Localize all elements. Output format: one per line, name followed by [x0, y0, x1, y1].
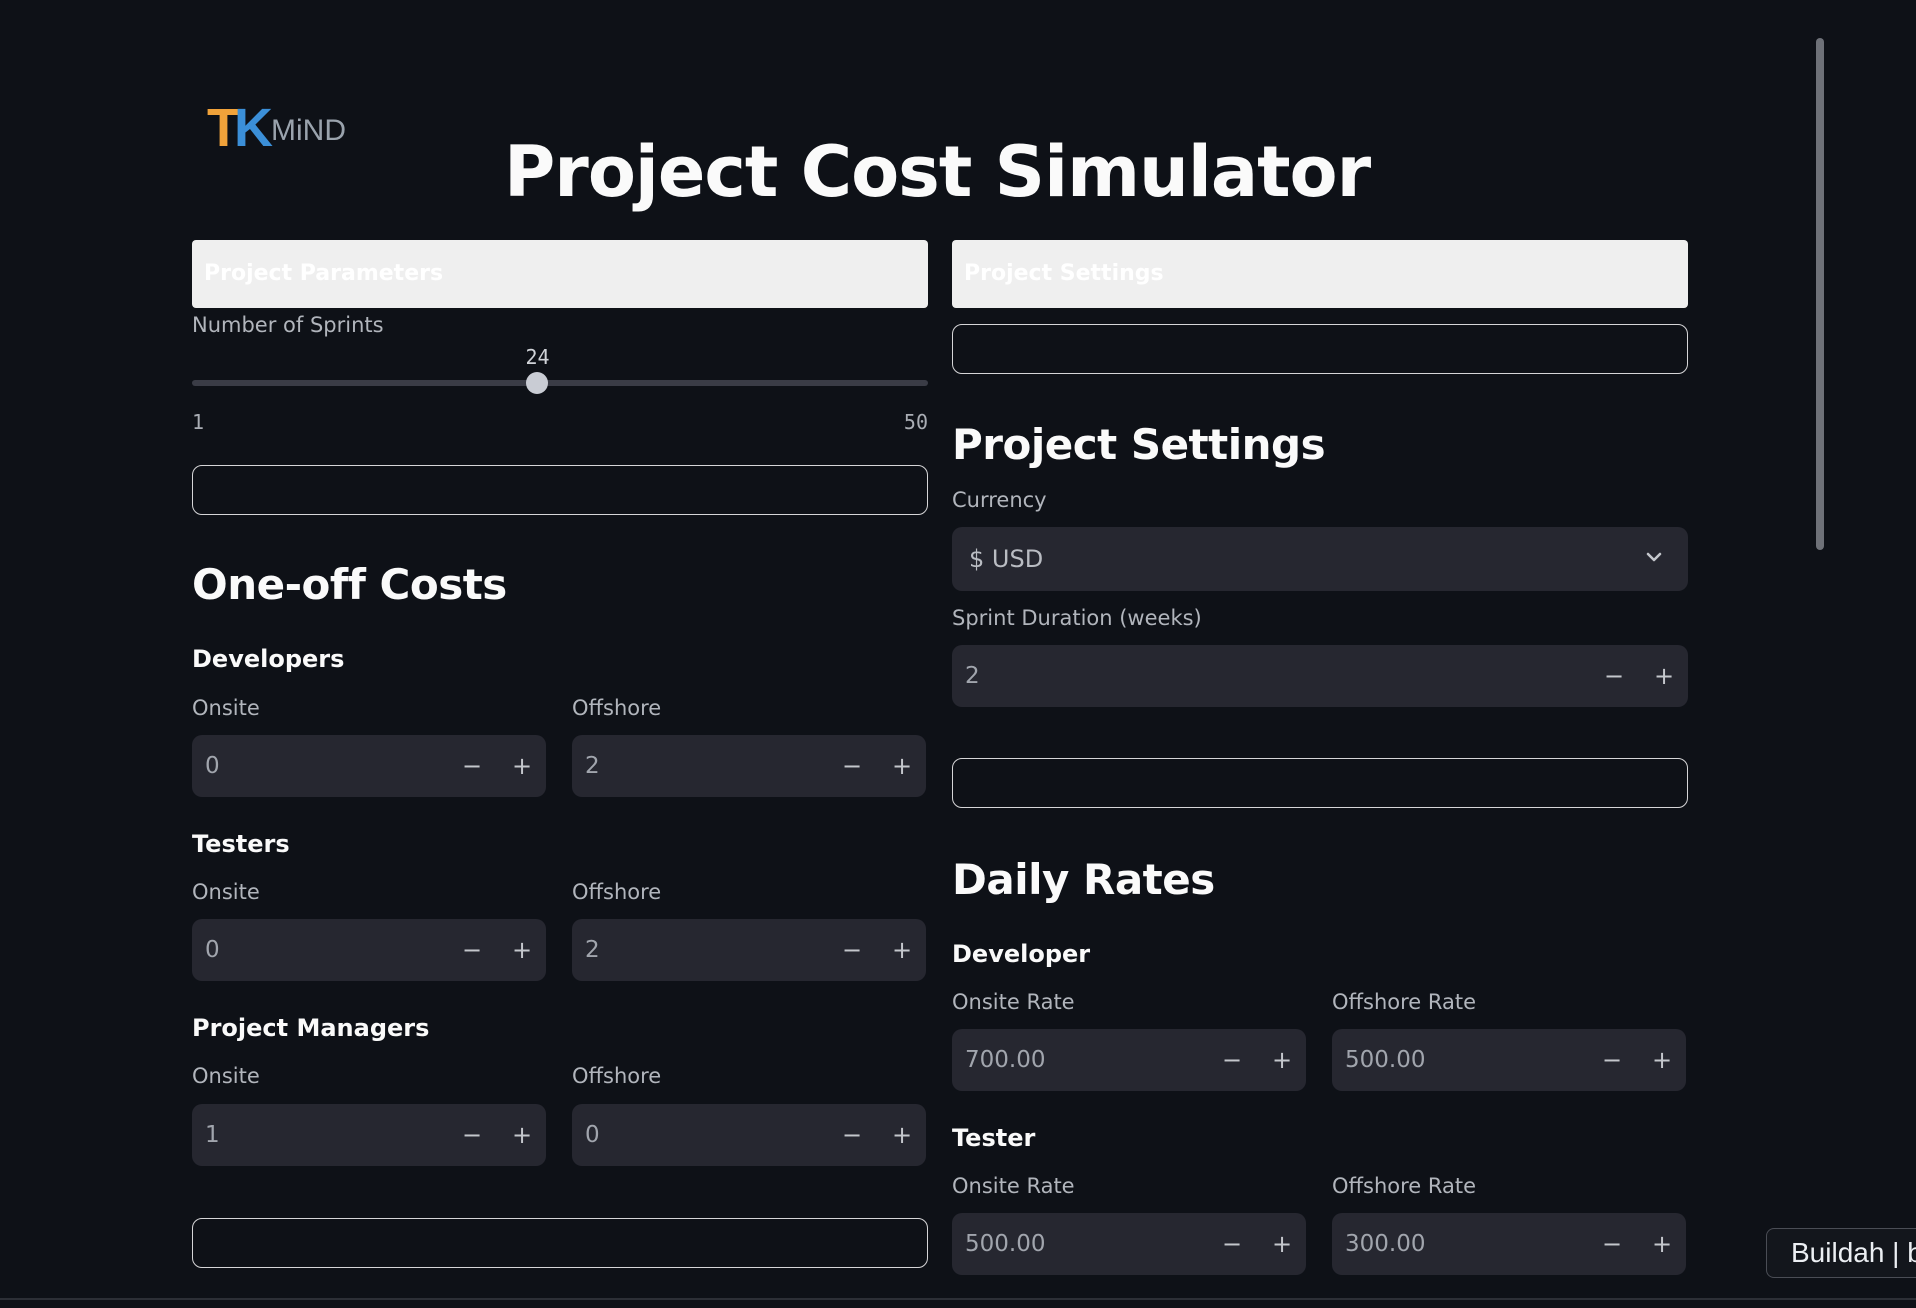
sprints-slider-value: 24: [525, 345, 550, 369]
developers-onsite-input[interactable]: 0 − +: [192, 735, 546, 797]
sprints-slider-max: 50: [903, 410, 928, 434]
project-managers-onsite-increment-button[interactable]: +: [502, 1115, 542, 1155]
developers-offshore-increment-button[interactable]: +: [882, 746, 922, 786]
sprint-duration-label: Sprint Duration (weeks): [952, 606, 1202, 630]
sprint-duration-decrement-button[interactable]: −: [1594, 656, 1634, 696]
sprint-duration-input[interactable]: 2 − +: [952, 645, 1688, 707]
project-managers-heading: Project Managers: [192, 1014, 430, 1042]
currency-selected-value[interactable]: $ USD: [969, 527, 1043, 591]
settings-empty-container: [952, 324, 1688, 374]
developer-onsite-rate-input[interactable]: 700.00 − +: [952, 1029, 1306, 1091]
tkmind-logo: TK MiND: [207, 100, 347, 156]
testers-onsite-decrement-button[interactable]: −: [452, 930, 492, 970]
developers-onsite-increment-button[interactable]: +: [502, 746, 542, 786]
testers-offshore-input[interactable]: 2 − +: [572, 919, 926, 981]
developer-onsite-rate-label: Onsite Rate: [952, 990, 1075, 1014]
tester-onsite-rate-value[interactable]: 500.00: [965, 1213, 1045, 1275]
currency-label: Currency: [952, 488, 1047, 512]
project-managers-onsite-input[interactable]: 1 − +: [192, 1104, 546, 1166]
developers-onsite-decrement-button[interactable]: −: [452, 746, 492, 786]
developers-offshore-input[interactable]: 2 − +: [572, 735, 926, 797]
one-off-costs-heading: One-off Costs: [192, 560, 507, 609]
tester-onsite-rate-label: Onsite Rate: [952, 1174, 1075, 1198]
developer-onsite-rate-increment-button[interactable]: +: [1262, 1040, 1302, 1080]
developer-offshore-rate-input[interactable]: 500.00 − +: [1332, 1029, 1686, 1091]
tester-rates-heading: Tester: [952, 1124, 1036, 1152]
developers-onsite-value[interactable]: 0: [205, 735, 220, 797]
sprint-duration-increment-button[interactable]: +: [1644, 656, 1684, 696]
tester-onsite-rate-decrement-button[interactable]: −: [1212, 1224, 1252, 1264]
rates-empty-container: [952, 758, 1688, 808]
developer-offshore-rate-value[interactable]: 500.00: [1345, 1029, 1425, 1091]
project-managers-offshore-input[interactable]: 0 − +: [572, 1104, 926, 1166]
project-managers-offshore-decrement-button[interactable]: −: [832, 1115, 872, 1155]
testers-offshore-label: Offshore: [572, 880, 662, 904]
tester-offshore-rate-label: Offshore Rate: [1332, 1174, 1477, 1198]
developer-offshore-rate-increment-button[interactable]: +: [1642, 1040, 1682, 1080]
sprints-slider-track[interactable]: [192, 380, 928, 386]
developer-offshore-rate-label: Offshore Rate: [1332, 990, 1477, 1014]
project-managers-offshore-value[interactable]: 0: [585, 1104, 600, 1166]
project-managers-onsite-value[interactable]: 1: [205, 1104, 220, 1166]
costs-empty-container: [192, 1218, 928, 1268]
developer-rates-heading: Developer: [952, 940, 1091, 968]
testers-offshore-decrement-button[interactable]: −: [832, 930, 872, 970]
parameters-empty-container: [192, 465, 928, 515]
testers-onsite-increment-button[interactable]: +: [502, 930, 542, 970]
project-managers-offshore-increment-button[interactable]: +: [882, 1115, 922, 1155]
developers-onsite-label: Onsite: [192, 696, 260, 720]
currency-select[interactable]: $ USD: [952, 527, 1688, 591]
developers-offshore-value[interactable]: 2: [585, 735, 600, 797]
taskbar-tooltip: Buildah | b: [1766, 1228, 1916, 1278]
tester-onsite-rate-input[interactable]: 500.00 − +: [952, 1213, 1306, 1275]
sprints-slider-handle[interactable]: [526, 372, 549, 394]
testers-onsite-value[interactable]: 0: [205, 919, 220, 981]
tester-onsite-rate-increment-button[interactable]: +: [1262, 1224, 1302, 1264]
bottom-divider: [0, 1298, 1916, 1300]
chevron-down-icon[interactable]: [1642, 545, 1666, 569]
developer-onsite-rate-decrement-button[interactable]: −: [1212, 1040, 1252, 1080]
developer-onsite-rate-value[interactable]: 700.00: [965, 1029, 1045, 1091]
page-scrollbar[interactable]: [1816, 38, 1824, 550]
project-managers-offshore-label: Offshore: [572, 1064, 662, 1088]
project-settings-heading: Project Settings: [952, 420, 1326, 469]
testers-onsite-label: Onsite: [192, 880, 260, 904]
testers-onsite-input[interactable]: 0 − +: [192, 919, 546, 981]
testers-offshore-value[interactable]: 2: [585, 919, 600, 981]
testers-offshore-increment-button[interactable]: +: [882, 930, 922, 970]
developers-offshore-decrement-button[interactable]: −: [832, 746, 872, 786]
project-managers-onsite-decrement-button[interactable]: −: [452, 1115, 492, 1155]
tester-offshore-rate-increment-button[interactable]: +: [1642, 1224, 1682, 1264]
project-managers-onsite-label: Onsite: [192, 1064, 260, 1088]
developers-offshore-label: Offshore: [572, 696, 662, 720]
project-settings-header[interactable]: Project Settings: [952, 240, 1688, 308]
tester-offshore-rate-decrement-button[interactable]: −: [1592, 1224, 1632, 1264]
logo-mark: TK: [207, 98, 273, 158]
logo-wordmark: MiND: [271, 114, 346, 147]
sprints-slider[interactable]: 24 1 50: [192, 160, 928, 450]
tester-offshore-rate-value[interactable]: 300.00: [1345, 1213, 1425, 1275]
tester-offshore-rate-input[interactable]: 300.00 − +: [1332, 1213, 1686, 1275]
developers-heading: Developers: [192, 645, 345, 673]
daily-rates-heading: Daily Rates: [952, 855, 1215, 904]
sprint-duration-value[interactable]: 2: [965, 645, 980, 707]
testers-heading: Testers: [192, 830, 290, 858]
sprints-slider-min: 1: [192, 410, 205, 434]
developer-offshore-rate-decrement-button[interactable]: −: [1592, 1040, 1632, 1080]
